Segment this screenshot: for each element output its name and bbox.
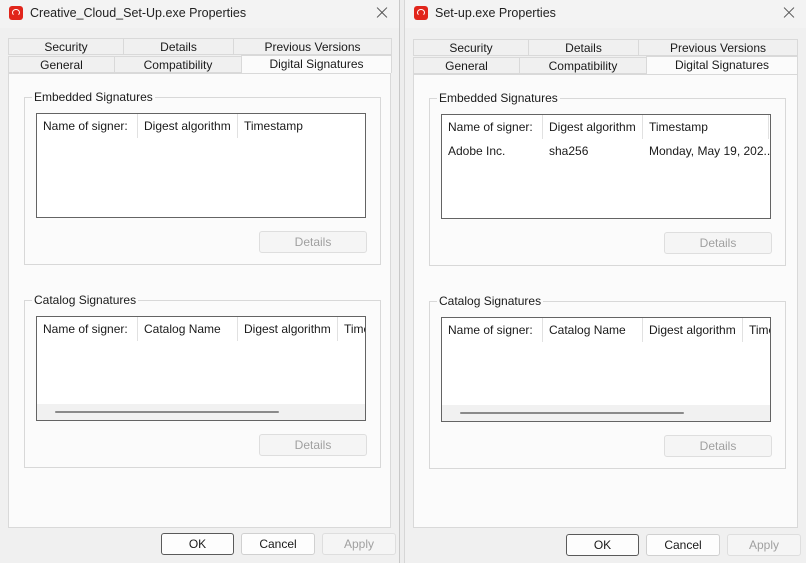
catalog-details-button[interactable]: Details bbox=[664, 435, 772, 457]
digest-algorithm: sha256 bbox=[549, 144, 589, 158]
embedded-details-button[interactable]: Details bbox=[664, 232, 772, 254]
embedded-signatures-group: Embedded Signatures Name of signer: Dige… bbox=[429, 91, 786, 266]
tab-general[interactable]: General bbox=[8, 56, 115, 73]
ok-button[interactable]: OK bbox=[566, 534, 639, 556]
tab-compatibility[interactable]: Compatibility bbox=[114, 56, 242, 73]
catalog-signatures-list[interactable]: Name of signer: Catalog Name Digest algo… bbox=[36, 316, 366, 421]
column-header[interactable]: Digest algorithm bbox=[238, 317, 338, 341]
list-header: Name of signer: Digest algorithm Timesta… bbox=[37, 114, 365, 138]
window-title: Creative_Cloud_Set-Up.exe Properties bbox=[30, 6, 247, 20]
tab-previous-versions[interactable]: Previous Versions bbox=[233, 38, 392, 55]
catalog-signatures-group: Catalog Signatures Name of signer: Catal… bbox=[24, 293, 381, 468]
catalog-signatures-group: Catalog Signatures Name of signer: Catal… bbox=[429, 294, 786, 469]
group-title: Catalog Signatures bbox=[437, 294, 544, 308]
tab-security[interactable]: Security bbox=[8, 38, 124, 55]
tab-compatibility[interactable]: Compatibility bbox=[519, 57, 647, 74]
column-header[interactable]: Name of signer: bbox=[37, 114, 138, 138]
column-header[interactable]: Digest algorithm bbox=[138, 114, 238, 138]
group-title: Embedded Signatures bbox=[32, 90, 155, 104]
title-bar[interactable]: Set-up.exe Properties bbox=[405, 0, 806, 28]
signer-name: Adobe Inc. bbox=[448, 144, 506, 158]
close-icon[interactable] bbox=[778, 4, 800, 22]
group-title: Catalog Signatures bbox=[32, 293, 139, 307]
column-header[interactable]: Digest algorithm bbox=[643, 318, 743, 342]
column-header[interactable]: Digest algorithm bbox=[543, 115, 643, 139]
properties-dialog-setup: Set-up.exe Properties Security Details P… bbox=[404, 0, 806, 563]
cancel-button[interactable]: Cancel bbox=[241, 533, 315, 555]
horizontal-scrollbar[interactable] bbox=[442, 405, 770, 421]
close-icon[interactable] bbox=[371, 4, 393, 22]
embedded-signatures-list[interactable]: Name of signer: Digest algorithm Timesta… bbox=[36, 113, 366, 218]
ok-button[interactable]: OK bbox=[161, 533, 234, 555]
tab-panel-digital-signatures: Embedded Signatures Name of signer: Dige… bbox=[413, 74, 798, 528]
adobe-creative-cloud-icon bbox=[414, 6, 428, 20]
embedded-signatures-group: Embedded Signatures Name of signer: Dige… bbox=[24, 90, 381, 265]
apply-button[interactable]: Apply bbox=[727, 534, 801, 556]
column-header[interactable]: Name of signer: bbox=[442, 318, 543, 342]
column-header[interactable]: Catalog Name bbox=[543, 318, 643, 342]
cancel-button[interactable]: Cancel bbox=[646, 534, 720, 556]
window-title: Set-up.exe Properties bbox=[435, 6, 556, 20]
tab-details[interactable]: Details bbox=[123, 38, 234, 55]
list-header: Name of signer: Catalog Name Digest algo… bbox=[37, 317, 365, 341]
list-header: Name of signer: Digest algorithm Timesta… bbox=[442, 115, 770, 139]
tab-digital-signatures[interactable]: Digital Signatures bbox=[646, 56, 798, 74]
group-title: Embedded Signatures bbox=[437, 91, 560, 105]
tab-security[interactable]: Security bbox=[413, 39, 529, 56]
column-header[interactable]: Name of signer: bbox=[37, 317, 138, 341]
list-header: Name of signer: Catalog Name Digest algo… bbox=[442, 318, 770, 342]
scrollbar-thumb[interactable] bbox=[55, 411, 279, 413]
scrollbar-thumb[interactable] bbox=[460, 412, 684, 414]
column-header[interactable]: Catalog Name bbox=[138, 317, 238, 341]
embedded-details-button[interactable]: Details bbox=[259, 231, 367, 253]
column-header[interactable]: Time bbox=[338, 317, 365, 341]
column-header[interactable]: Time bbox=[743, 318, 770, 342]
tab-panel-digital-signatures: Embedded Signatures Name of signer: Dige… bbox=[8, 73, 391, 528]
apply-button[interactable]: Apply bbox=[322, 533, 396, 555]
properties-dialog-creative-cloud: Creative_Cloud_Set-Up.exe Properties Sec… bbox=[0, 0, 400, 563]
title-bar[interactable]: Creative_Cloud_Set-Up.exe Properties bbox=[0, 0, 399, 28]
column-header[interactable]: Timestamp bbox=[238, 114, 365, 138]
tab-general[interactable]: General bbox=[413, 57, 520, 74]
tab-details[interactable]: Details bbox=[528, 39, 639, 56]
embedded-signatures-list[interactable]: Name of signer: Digest algorithm Timesta… bbox=[441, 114, 771, 219]
tab-digital-signatures[interactable]: Digital Signatures bbox=[241, 55, 392, 73]
adobe-creative-cloud-icon bbox=[9, 6, 23, 20]
column-header[interactable]: Timestamp bbox=[643, 115, 769, 139]
tab-previous-versions[interactable]: Previous Versions bbox=[638, 39, 798, 56]
catalog-details-button[interactable]: Details bbox=[259, 434, 367, 456]
catalog-signatures-list[interactable]: Name of signer: Catalog Name Digest algo… bbox=[441, 317, 771, 422]
column-header[interactable]: Name of signer: bbox=[442, 115, 543, 139]
horizontal-scrollbar[interactable] bbox=[37, 404, 365, 420]
timestamp: Monday, May 19, 202... bbox=[649, 144, 770, 158]
